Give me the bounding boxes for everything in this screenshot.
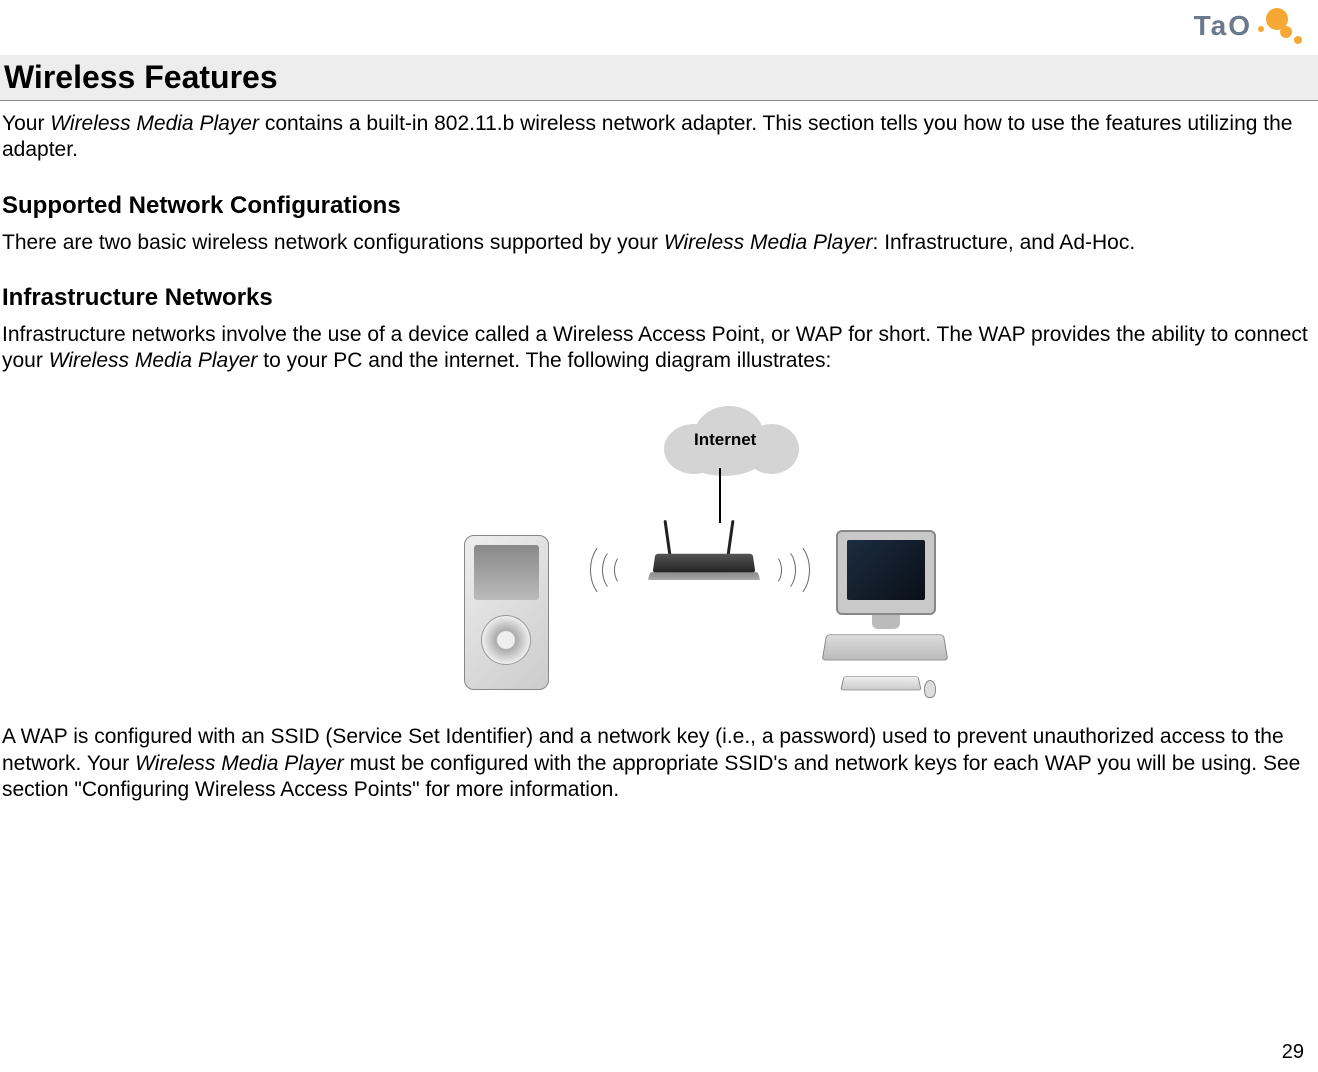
wireless-signal-right-icon: [764, 545, 824, 605]
wireless-signal-left-icon: [582, 545, 642, 605]
brand-logo-dots-icon: [1258, 6, 1308, 46]
section-heading-supported: Supported Network Configurations: [2, 192, 1318, 220]
pc-icon: [824, 530, 944, 700]
network-diagram: Internet: [394, 400, 924, 700]
supported-paragraph: There are two basic wireless network con…: [2, 230, 1318, 256]
page-header: TaO: [0, 0, 1318, 55]
section-heading-infrastructure: Infrastructure Networks: [2, 284, 1318, 312]
text: to your PC and the internet. The followi…: [257, 349, 831, 372]
cloud-label: Internet: [694, 430, 756, 450]
product-name: Wireless Media Player: [135, 752, 344, 775]
infrastructure-paragraph: Infrastructure networks involve the use …: [2, 322, 1318, 375]
page-title: Wireless Features: [0, 55, 1318, 101]
text: : Infrastructure, and Ad-Hoc.: [873, 231, 1136, 254]
text: There are two basic wireless network con…: [2, 231, 664, 254]
media-player-icon: [464, 535, 549, 690]
intro-paragraph: Your Wireless Media Player contains a bu…: [2, 111, 1318, 164]
text: Your: [2, 112, 50, 135]
page-number: 29: [1282, 1041, 1304, 1064]
brand-logo-text: TaO: [1194, 10, 1252, 42]
wap-config-paragraph: A WAP is configured with an SSID (Servic…: [2, 724, 1318, 803]
router-icon: [634, 520, 774, 590]
internet-cloud-icon: Internet: [664, 400, 804, 490]
product-name: Wireless Media Player: [50, 112, 259, 135]
product-name: Wireless Media Player: [49, 349, 258, 372]
product-name: Wireless Media Player: [664, 231, 873, 254]
brand-logo: TaO: [1194, 6, 1308, 46]
